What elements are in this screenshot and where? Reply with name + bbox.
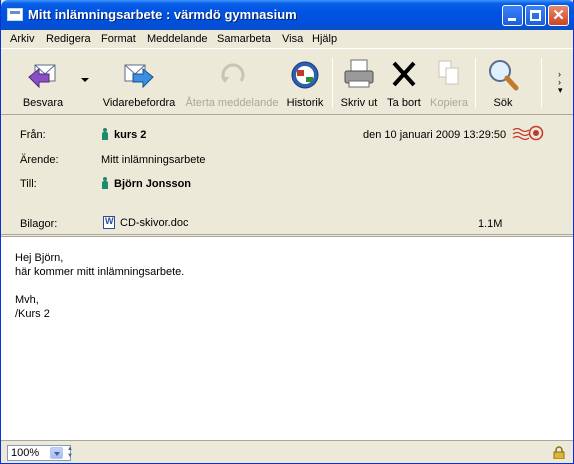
body-line: /Kurs 2	[15, 308, 50, 320]
recall-button[interactable]: Återta meddelande	[185, 54, 279, 110]
toolbar-separator	[475, 58, 476, 108]
menu-meddelande[interactable]: Meddelande	[147, 33, 208, 45]
minimize-button[interactable]	[502, 5, 523, 26]
copy-icon	[438, 60, 459, 85]
menu-bar: Arkiv Redigera Format Meddelande Samarbe…	[1, 30, 573, 49]
forward-label: Vidarebefordra	[102, 97, 176, 109]
attachments-label: Bilagor:	[20, 218, 58, 230]
menu-visa[interactable]: Visa	[282, 33, 303, 45]
delete-label: Ta bort	[387, 97, 421, 109]
contact-icon	[101, 177, 109, 189]
copy-label: Kopiera	[430, 97, 468, 109]
message-header: Från: kurs 2 den 10 januari 2009 13:29:5…	[1, 116, 573, 235]
contact-icon	[101, 128, 109, 140]
copy-button[interactable]: Kopiera	[427, 54, 471, 110]
menu-arkiv[interactable]: Arkiv	[10, 33, 34, 45]
forward-icon	[124, 64, 154, 89]
subject-value: Mitt inlämningsarbete	[101, 154, 206, 166]
zoom-dropdown-icon[interactable]	[50, 447, 63, 459]
recall-label: Återta meddelande	[185, 97, 279, 109]
menu-hjalp[interactable]: Hjälp	[312, 33, 337, 45]
word-document-icon	[103, 216, 115, 229]
from-name: kurs 2	[114, 129, 147, 141]
to-label: Till:	[20, 178, 37, 190]
minimize-icon	[508, 18, 516, 21]
mail-app-icon	[7, 8, 23, 21]
delete-button[interactable]: Ta bort	[383, 54, 425, 110]
printer-icon	[344, 59, 374, 88]
menu-redigera[interactable]: Redigera	[46, 33, 91, 45]
security-seal-icon[interactable]	[512, 125, 544, 141]
subject-label: Ärende:	[20, 154, 59, 166]
attachment-size: 1.1M	[478, 218, 503, 230]
delete-x-icon	[392, 61, 416, 87]
sent-date: den 10 januari 2009 13:29:50	[363, 129, 507, 141]
history-icon	[291, 61, 319, 89]
reply-dropdown-icon[interactable]	[81, 78, 89, 82]
print-label: Skriv ut	[340, 97, 378, 109]
recall-icon	[221, 63, 245, 83]
zoom-spinner-icon[interactable]: ▲ ▼	[65, 446, 75, 460]
history-button[interactable]: Historik	[283, 54, 327, 110]
toolbar-overflow-icon[interactable]: › › ▾	[558, 70, 563, 95]
history-label: Historik	[286, 97, 324, 109]
forward-button[interactable]: Vidarebefordra	[99, 54, 179, 110]
close-button[interactable]: ✕	[548, 5, 569, 26]
to-name: Björn Jonsson	[114, 178, 192, 190]
body-line: Hej Björn,	[15, 252, 64, 264]
print-button[interactable]: Skriv ut	[337, 54, 381, 110]
toolbar: Besvara Vidarebefordra Återta meddelande	[1, 50, 573, 115]
reply-label: Besvara	[22, 97, 64, 109]
zoom-value: 100%	[11, 447, 40, 459]
menu-format[interactable]: Format	[101, 33, 136, 45]
from-label: Från:	[20, 129, 46, 141]
reply-button[interactable]: Besvara	[11, 54, 75, 110]
lock-icon	[553, 446, 565, 459]
reply-icon	[28, 64, 56, 89]
maximize-button[interactable]	[525, 5, 546, 26]
mail-window: Mitt inlämningsarbete : värmdö gymnasium…	[0, 0, 574, 464]
toolbar-separator	[541, 58, 542, 108]
from-value[interactable]: kurs 2	[101, 128, 146, 141]
attachment-name: CD-skivor.doc	[120, 217, 189, 229]
menu-samarbeta[interactable]: Samarbeta	[217, 33, 271, 45]
body-line: här kommer mitt inlämningsarbete.	[15, 266, 185, 278]
window-title: Mitt inlämningsarbete : värmdö gymnasium	[28, 7, 297, 22]
message-body[interactable]: Hej Björn, här kommer mitt inlämningsarb…	[1, 236, 573, 440]
close-icon: ✕	[552, 7, 565, 24]
magnifier-icon	[489, 60, 519, 91]
search-button[interactable]: Sök	[481, 54, 525, 110]
to-value[interactable]: Björn Jonsson	[101, 177, 191, 190]
title-bar[interactable]: Mitt inlämningsarbete : värmdö gymnasium…	[1, 0, 574, 30]
toolbar-separator	[332, 58, 333, 108]
maximize-icon	[530, 10, 541, 21]
attachment-item[interactable]: CD-skivor.doc	[103, 216, 188, 229]
zoom-select[interactable]: 100% ▲ ▼	[7, 445, 73, 461]
search-label: Sök	[493, 97, 513, 109]
status-bar: 100% ▲ ▼	[1, 440, 573, 463]
body-line: Mvh,	[15, 294, 39, 306]
